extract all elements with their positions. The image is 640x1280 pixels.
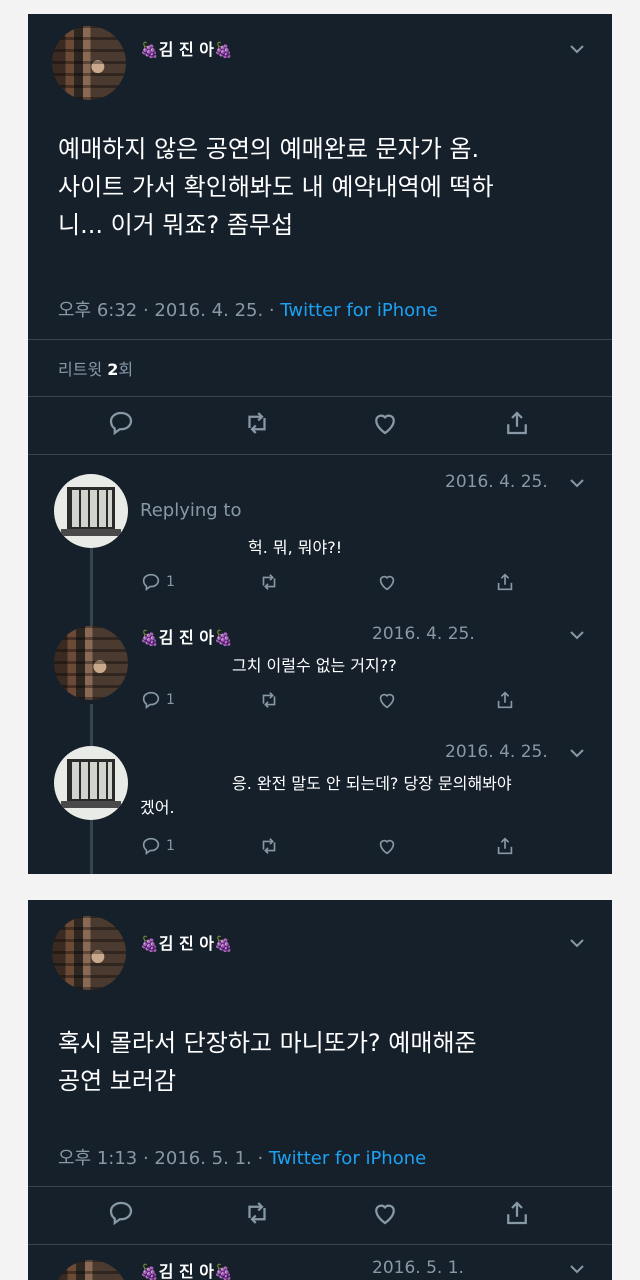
reply-icon[interactable] <box>106 1198 136 1228</box>
grape-emoji: 🍇 <box>214 935 233 953</box>
like-icon[interactable] <box>376 570 398 594</box>
reply-icon[interactable]: 1 <box>140 688 175 712</box>
tweet-timestamp: 오후 6:32 · 2016. 4. 25. · Twitter for iPh… <box>58 300 438 321</box>
reply-icon[interactable]: 1 <box>140 570 175 594</box>
reply-icon[interactable]: 1 <box>140 834 175 858</box>
thread-line <box>90 814 93 874</box>
grape-emoji: 🍇 <box>140 41 159 59</box>
chevron-down-icon[interactable] <box>568 42 586 56</box>
reply-date[interactable]: 2016. 4. 25. <box>372 624 475 644</box>
share-icon[interactable] <box>502 408 532 438</box>
share-icon[interactable] <box>502 1198 532 1228</box>
reply-date[interactable]: 2016. 5. 1. <box>372 1258 464 1278</box>
retweet-count[interactable]: 리트윗 2회 <box>58 356 133 380</box>
chevron-down-icon[interactable] <box>568 1262 586 1276</box>
chevron-down-icon[interactable] <box>568 936 586 950</box>
chevron-down-icon[interactable] <box>568 476 586 490</box>
reply-actions: 1 <box>140 834 540 860</box>
share-icon[interactable] <box>494 834 516 858</box>
reply-actions: 1 <box>140 688 540 714</box>
tweet-source-link[interactable]: Twitter for iPhone <box>269 1148 426 1169</box>
reply-text: 헉. 뭐, 뭐야?! <box>248 538 343 557</box>
like-icon[interactable] <box>376 834 398 858</box>
thread-line <box>90 544 93 632</box>
divider <box>28 339 612 340</box>
tweet-actions <box>28 408 612 442</box>
reply-date[interactable]: 2016. 4. 25. <box>445 472 548 492</box>
thread-line <box>90 704 93 748</box>
reply-author-name[interactable]: 🍇김 진 아🍇 <box>140 624 233 648</box>
reply-avatar[interactable] <box>54 1260 128 1280</box>
share-icon[interactable] <box>494 688 516 712</box>
grape-emoji: 🍇 <box>214 629 233 647</box>
reply-avatar[interactable] <box>54 626 128 700</box>
grape-emoji: 🍇 <box>140 935 159 953</box>
retweet-icon[interactable] <box>258 834 280 858</box>
tweet-thread-panel-2: 🍇김 진 아🍇 혹시 몰라서 단장하고 마니또가? 예매해준 공연 보러감 오후… <box>28 900 612 1280</box>
replying-to-label[interactable]: Replying to <box>140 500 241 521</box>
like-icon[interactable] <box>370 1198 400 1228</box>
share-icon[interactable] <box>494 570 516 594</box>
grape-emoji: 🍇 <box>214 1263 233 1280</box>
author-name[interactable]: 🍇김 진 아🍇 <box>140 930 233 954</box>
reply-text: 응. 완전 말도 안 되는데? 당장 문의해봐야 겠어. <box>140 774 512 817</box>
tweet-thread-panel-1: 🍇김 진 아🍇 예매하지 않은 공연의 예매완료 문자가 옴. 사이트 가서 확… <box>28 14 612 874</box>
reply-text: 그치 이럴수 없는 거지?? <box>232 656 397 675</box>
reply-date[interactable]: 2016. 4. 25. <box>445 742 548 762</box>
reply-avatar[interactable] <box>54 474 128 548</box>
grape-emoji: 🍇 <box>140 1263 159 1280</box>
reply-actions: 1 <box>140 570 540 596</box>
retweet-icon[interactable] <box>258 570 280 594</box>
reply-author-name[interactable]: 🍇김 진 아🍇 <box>140 1258 233 1280</box>
like-icon[interactable] <box>370 408 400 438</box>
retweet-icon[interactable] <box>242 408 272 438</box>
like-icon[interactable] <box>376 688 398 712</box>
reply-avatar[interactable] <box>54 746 128 820</box>
grape-emoji: 🍇 <box>140 629 159 647</box>
tweet-timestamp: 오후 1:13 · 2016. 5. 1. · Twitter for iPho… <box>58 1148 427 1169</box>
chevron-down-icon[interactable] <box>568 628 586 642</box>
retweet-icon[interactable] <box>242 1198 272 1228</box>
retweet-icon[interactable] <box>258 688 280 712</box>
author-avatar[interactable] <box>52 916 126 990</box>
divider <box>28 1186 612 1187</box>
chevron-down-icon[interactable] <box>568 746 586 760</box>
author-avatar[interactable] <box>52 26 126 100</box>
tweet-text: 혹시 몰라서 단장하고 마니또가? 예매해준 공연 보러감 <box>58 1029 477 1095</box>
tweet-text: 예매하지 않은 공연의 예매완료 문자가 옴. 사이트 가서 확인해봐도 내 예… <box>58 135 494 239</box>
divider <box>28 396 612 397</box>
tweet-source-link[interactable]: Twitter for iPhone <box>280 300 437 321</box>
grape-emoji: 🍇 <box>214 41 233 59</box>
divider <box>28 1244 612 1245</box>
tweet-actions <box>28 1198 612 1232</box>
reply-icon[interactable] <box>106 408 136 438</box>
author-name[interactable]: 🍇김 진 아🍇 <box>140 36 233 60</box>
divider <box>28 454 612 455</box>
